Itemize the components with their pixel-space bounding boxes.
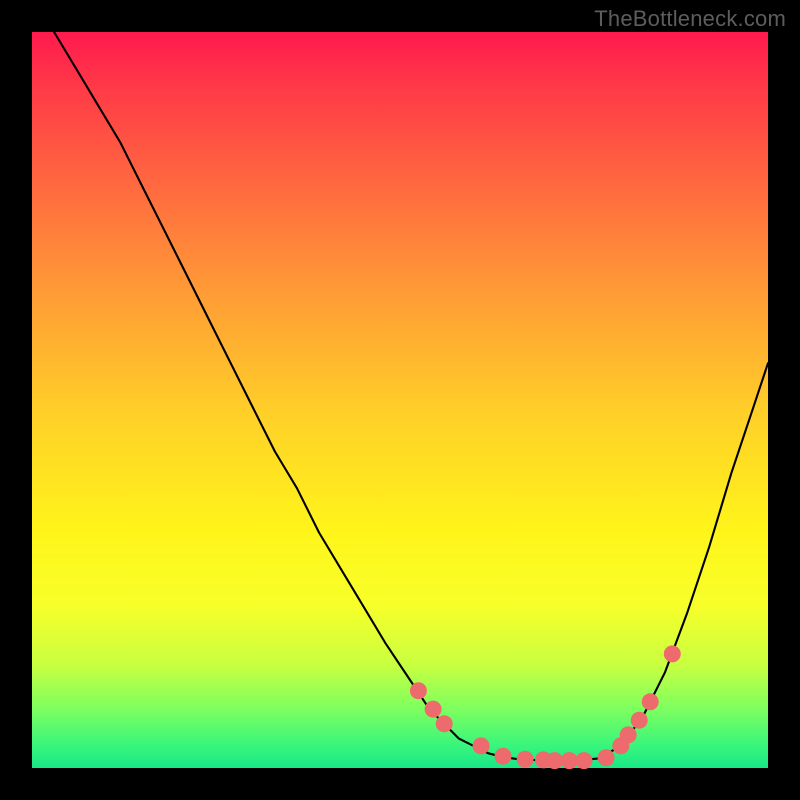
marker-dot-group (410, 645, 681, 769)
marker-dot (598, 749, 615, 766)
bottleneck-chart-svg (32, 32, 768, 768)
marker-dot (664, 645, 681, 662)
marker-dot (546, 752, 563, 769)
marker-dot (561, 752, 578, 769)
marker-dot (631, 712, 648, 729)
marker-dot (517, 751, 534, 768)
marker-dot (436, 715, 453, 732)
marker-dot (410, 682, 427, 699)
marker-dot (495, 748, 512, 765)
bottleneck-curve (54, 32, 768, 761)
marker-dot (576, 752, 593, 769)
marker-dot (425, 701, 442, 718)
marker-dot (473, 737, 490, 754)
watermark-text: TheBottleneck.com (594, 6, 786, 32)
chart-plot-area (32, 32, 768, 768)
marker-dot (620, 726, 637, 743)
marker-dot (642, 693, 659, 710)
